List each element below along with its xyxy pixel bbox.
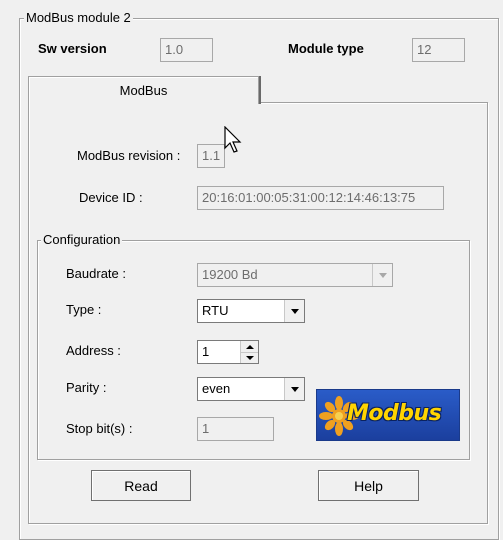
module-type-field[interactable]: 12 (412, 38, 465, 62)
parity-value: even (202, 381, 231, 396)
parity-label: Parity : (66, 380, 107, 395)
baudrate-value: 19200 Bd (202, 267, 258, 282)
device-id-label: Device ID : (79, 190, 143, 205)
mouse-cursor-icon (224, 126, 242, 153)
sw-version-field[interactable]: 1.0 (160, 38, 213, 62)
type-select[interactable]: RTU (197, 299, 305, 323)
modbus-logo-text: Modbus (347, 401, 442, 426)
arrow-up-icon (245, 344, 254, 349)
chevron-down-icon (290, 386, 299, 392)
configuration-title: Configuration (41, 232, 123, 247)
spin-down-button[interactable] (241, 352, 258, 363)
address-label: Address : (66, 343, 121, 358)
type-value: RTU (202, 303, 229, 318)
module-type-label: Module type (288, 41, 364, 56)
chevron-down-icon (378, 272, 387, 278)
read-button[interactable]: Read (91, 470, 191, 501)
type-label: Type : (66, 302, 102, 317)
parity-select[interactable]: even (197, 377, 305, 401)
device-id-field[interactable]: 20:16:01:00:05:31:00:12:14:46:13:75 (197, 186, 444, 210)
parity-dropdown-button[interactable] (284, 378, 304, 400)
arrow-down-icon (245, 356, 254, 360)
tab-modbus[interactable]: ModBus (28, 76, 259, 104)
stopbits-field[interactable]: 1 (197, 417, 274, 441)
help-button-label: Help (354, 477, 383, 494)
module-group-title: ModBus module 2 (24, 10, 133, 25)
address-spin-buttons[interactable] (240, 341, 258, 363)
modbus-revision-field[interactable]: 1.1 (197, 144, 225, 168)
chevron-down-icon (290, 308, 299, 314)
baudrate-dropdown-button[interactable] (372, 264, 392, 286)
spin-up-button[interactable] (241, 341, 258, 352)
modbus-revision-label: ModBus revision : (77, 148, 181, 163)
address-stepper[interactable]: 1 (197, 340, 259, 364)
type-dropdown-button[interactable] (284, 300, 304, 322)
stopbits-label: Stop bit(s) : (66, 421, 133, 436)
baudrate-select[interactable]: 19200 Bd (197, 263, 393, 287)
tab-modbus-label: ModBus (119, 83, 168, 98)
read-button-label: Read (124, 477, 158, 494)
modbus-logo: Modbus (316, 389, 460, 441)
sw-version-label: Sw version (38, 41, 107, 56)
help-button[interactable]: Help (318, 470, 419, 501)
address-value: 1 (202, 344, 210, 359)
baudrate-label: Baudrate : (66, 266, 126, 281)
